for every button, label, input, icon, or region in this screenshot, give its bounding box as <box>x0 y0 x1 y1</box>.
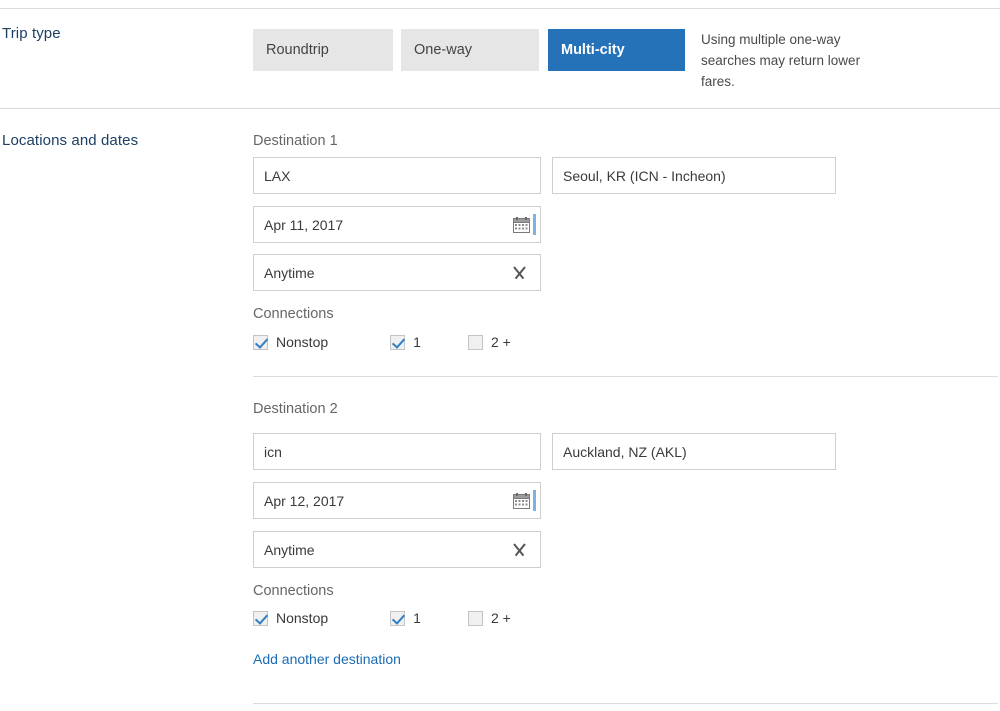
destination-1-connection-two-plus-label: 2 + <box>490 334 511 350</box>
checkbox-checked-icon[interactable] <box>253 334 268 350</box>
destination-1-date-input[interactable]: Apr 11, 2017 <box>253 206 541 243</box>
destination-2-calendar-control[interactable] <box>513 490 536 511</box>
destination-1-time-select[interactable]: Anytime <box>253 254 541 291</box>
destination-1-connection-two-plus[interactable]: 2 + <box>467 334 511 350</box>
destination-2-connection-nonstop[interactable]: Nonstop <box>253 610 328 626</box>
destination-1-time-value: Anytime <box>264 264 315 281</box>
checkbox-checked-icon[interactable] <box>390 610 406 626</box>
destination-2-time-select[interactable]: Anytime <box>253 531 541 568</box>
trip-type-section-label: Trip type <box>2 25 61 42</box>
date-cursor-bar <box>533 490 536 511</box>
destination-1-connection-nonstop[interactable]: Nonstop <box>253 334 328 350</box>
destination-1-destination-input[interactable]: Seoul, KR (ICN - Incheon) <box>552 157 836 194</box>
locations-bottom-divider <box>253 703 998 704</box>
destination-2-origin-value: icn <box>264 443 282 460</box>
trip-type-note: Using multiple one-way searches may retu… <box>701 32 861 89</box>
chevron-down-icon[interactable] <box>508 266 530 279</box>
destination-2-connection-two-plus[interactable]: 2 + <box>467 610 511 626</box>
destination-separator <box>253 376 998 377</box>
destination-1-date-value: Apr 11, 2017 <box>264 216 344 233</box>
destination-2-title: Destination 2 <box>253 401 338 417</box>
destination-1-connections-label: Connections <box>253 306 334 322</box>
destination-2-time-value: Anytime <box>264 541 315 558</box>
destination-2-connections-row: Nonstop 1 2 + <box>253 609 511 627</box>
destination-1-connections-row: Nonstop 1 2 + <box>253 333 511 351</box>
checkbox-checked-icon[interactable] <box>253 610 268 626</box>
checkbox-checked-icon[interactable] <box>390 334 406 350</box>
destination-2-date-value: Apr 12, 2017 <box>264 492 345 509</box>
locations-section-label: Locations and dates <box>2 132 139 149</box>
destination-2-destination-value: Auckland, NZ (AKL) <box>563 443 687 460</box>
destination-1-destination-value: Seoul, KR (ICN - Incheon) <box>563 167 726 184</box>
chevron-down-icon[interactable] <box>508 543 530 556</box>
tab-multi-city[interactable]: Multi-city <box>548 29 685 71</box>
destination-2-destination-input[interactable]: Auckland, NZ (AKL) <box>552 433 836 470</box>
destination-1-origin-input[interactable]: LAX <box>253 157 541 194</box>
checkbox-unchecked-icon[interactable] <box>467 610 483 626</box>
destination-1-connection-one-label: 1 <box>413 334 421 350</box>
tab-one-way[interactable]: One-way <box>401 29 539 71</box>
destination-1-calendar-control[interactable] <box>513 214 536 235</box>
destination-2-connection-nonstop-label: Nonstop <box>276 610 329 626</box>
add-another-destination-link[interactable]: Add another destination <box>253 651 401 667</box>
destination-2-connection-one-label: 1 <box>413 610 421 626</box>
destination-1-origin-value: LAX <box>264 167 291 184</box>
destination-2-connection-one[interactable]: 1 <box>390 610 421 626</box>
destination-1-connection-one[interactable]: 1 <box>390 334 421 350</box>
date-cursor-bar <box>533 214 536 235</box>
destination-2-connections-label: Connections <box>253 583 334 599</box>
destination-2-date-input[interactable]: Apr 12, 2017 <box>253 482 541 519</box>
trip-type-divider <box>0 108 1000 109</box>
calendar-icon[interactable] <box>513 492 530 509</box>
destination-2-origin-input[interactable]: icn <box>253 433 541 470</box>
tab-roundtrip[interactable]: Roundtrip <box>253 29 393 71</box>
calendar-icon[interactable] <box>513 216 530 233</box>
destination-1-connection-nonstop-label: Nonstop <box>276 334 329 350</box>
top-divider <box>0 8 1000 9</box>
checkbox-unchecked-icon[interactable] <box>467 334 483 350</box>
destination-2-connection-two-plus-label: 2 + <box>490 610 511 626</box>
destination-1-title: Destination 1 <box>253 133 338 149</box>
